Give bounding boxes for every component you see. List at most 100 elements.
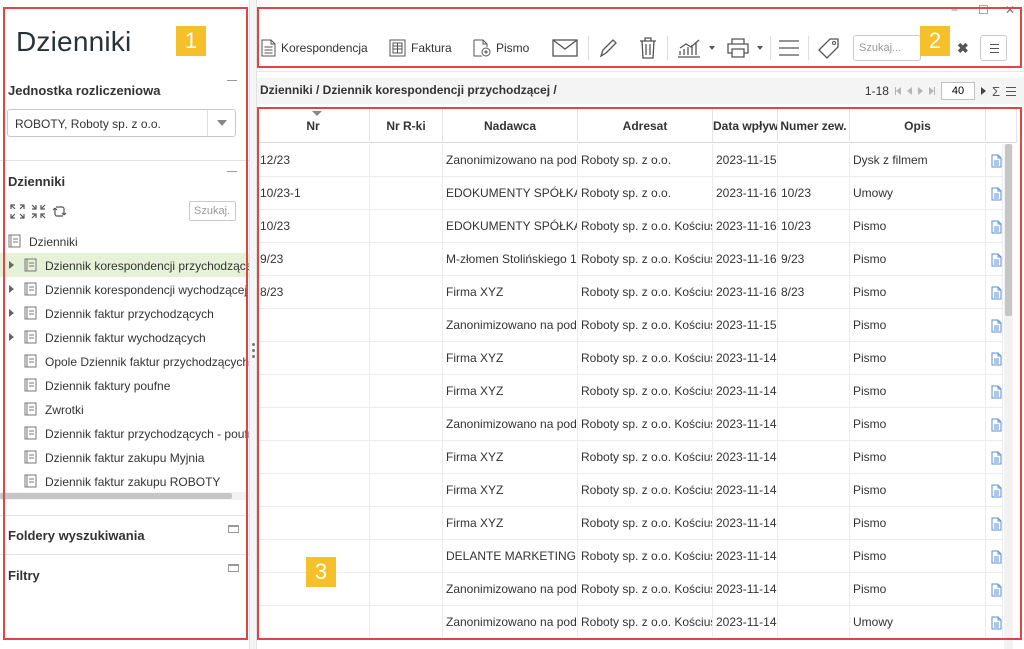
tag-icon[interactable] bbox=[818, 37, 840, 59]
open-document-icon[interactable] bbox=[991, 220, 1002, 234]
expand-all-icon[interactable] bbox=[10, 204, 25, 219]
expand-filters-icon[interactable] bbox=[228, 564, 239, 572]
new-letter-button[interactable]: Pismo bbox=[473, 36, 529, 60]
delete-icon[interactable] bbox=[639, 37, 657, 59]
clear-search-icon[interactable]: ✖ bbox=[957, 40, 969, 57]
tree-item[interactable]: Zwrotki bbox=[0, 397, 249, 421]
open-document-icon[interactable] bbox=[991, 550, 1002, 564]
column-header-label: Adresat bbox=[622, 119, 668, 133]
tree-horizontal-scrollbar[interactable] bbox=[0, 492, 249, 500]
print-menu-button[interactable] bbox=[727, 36, 763, 60]
expand-arrow-icon[interactable] bbox=[9, 333, 14, 341]
grid-vertical-scrollbar[interactable] bbox=[1004, 144, 1013, 649]
expand-arrow-icon[interactable] bbox=[9, 285, 14, 293]
panel-splitter[interactable] bbox=[249, 0, 257, 649]
first-page-icon[interactable] bbox=[894, 87, 901, 95]
table-row[interactable]: Zanonimizowano na podstawieRoboty sp. z … bbox=[257, 573, 1003, 606]
column-header-external-nr[interactable]: Numer zew. bbox=[778, 108, 850, 143]
chevron-down-icon bbox=[217, 120, 227, 126]
column-header-sender[interactable]: Nadawca bbox=[443, 108, 578, 143]
tree-search-input[interactable] bbox=[189, 201, 236, 221]
journal-book-icon bbox=[24, 378, 37, 392]
table-row[interactable]: 9/23 M-złomen Stolińskiego 1 Roboty sp. z … bbox=[257, 243, 1003, 276]
column-header-recipient[interactable]: Adresat bbox=[578, 108, 713, 143]
tree-item[interactable]: Dziennik korespondencji przychodzącej bbox=[0, 253, 249, 277]
filters-heading[interactable]: Filtry bbox=[8, 568, 40, 583]
minimize-unit-section-icon[interactable] bbox=[227, 80, 237, 81]
table-row[interactable]: DELANTE MARKETING SPRoboty sp. z o.o. Ko… bbox=[257, 540, 1003, 573]
close-window-icon[interactable]: ✕ bbox=[1005, 3, 1015, 17]
open-document-icon[interactable] bbox=[991, 484, 1002, 498]
journals-section-heading: Dzienniki bbox=[8, 174, 66, 189]
table-row[interactable]: 10/23 EDOKUMENTY SPÓŁKA Z Roboty sp. z o.o… bbox=[257, 210, 1003, 243]
tree-item[interactable]: Opole Dziennik faktur przychodzących bbox=[0, 349, 249, 373]
breadcrumb[interactable]: Dzienniki / Dziennik korespondencji przy… bbox=[260, 83, 557, 97]
unit-select-toggle[interactable] bbox=[207, 110, 235, 136]
tree-item[interactable]: Dziennik korespondencji wychodzącej bbox=[0, 277, 249, 301]
open-document-icon[interactable] bbox=[991, 352, 1002, 366]
expand-search-folders-icon[interactable] bbox=[228, 525, 239, 533]
table-row[interactable]: Firma XYZRoboty sp. z o.o. Kościuszki202… bbox=[257, 342, 1003, 375]
expand-arrow-icon[interactable] bbox=[9, 309, 14, 317]
table-row[interactable]: Firma XYZRoboty sp. z o.o. Kościuszki202… bbox=[257, 474, 1003, 507]
column-header-nr[interactable]: Nr bbox=[257, 108, 370, 143]
open-document-icon[interactable] bbox=[991, 187, 1002, 201]
tree-item[interactable]: Dziennik faktur zakupu ROBOTY bbox=[0, 469, 249, 491]
sum-icon[interactable]: Σ bbox=[992, 84, 1000, 99]
search-folders-heading[interactable]: Foldery wyszukiwania bbox=[8, 528, 145, 543]
column-header-received-date[interactable]: Data wpływu bbox=[713, 108, 778, 143]
table-row[interactable]: 12/23 Zanonimizowano na podstawieRoboty s… bbox=[257, 144, 1003, 177]
page-range: 1-18 bbox=[864, 84, 889, 98]
table-row[interactable]: Firma XYZRoboty sp. z o.o. Kościuszki202… bbox=[257, 507, 1003, 540]
new-invoice-button[interactable]: Faktura bbox=[389, 36, 452, 60]
edit-icon[interactable] bbox=[598, 37, 618, 59]
grid-menu-icon[interactable] bbox=[1006, 86, 1016, 96]
open-document-icon[interactable] bbox=[991, 583, 1002, 597]
mail-icon[interactable] bbox=[552, 38, 578, 58]
cell-registry-nr bbox=[370, 573, 443, 606]
new-correspondence-button[interactable]: Korespondencja bbox=[261, 36, 368, 60]
expand-arrow-icon[interactable] bbox=[9, 261, 14, 269]
column-header-registry-nr[interactable]: Nr R-ki bbox=[370, 108, 443, 143]
collapse-all-icon[interactable] bbox=[31, 204, 46, 219]
open-document-icon[interactable] bbox=[991, 418, 1002, 432]
open-document-icon[interactable] bbox=[991, 286, 1002, 300]
unit-select[interactable]: ROBOTY, Roboty sp. z o.o. bbox=[7, 109, 236, 137]
table-row[interactable]: Zanonimizowano na podstawieRoboty sp. z … bbox=[257, 408, 1003, 441]
tree-item[interactable]: Dziennik faktur przychodzących - poufne bbox=[0, 421, 249, 445]
maximize-window-icon[interactable]: ☐ bbox=[978, 3, 989, 17]
open-document-icon[interactable] bbox=[991, 319, 1002, 333]
open-document-icon[interactable] bbox=[991, 451, 1002, 465]
tree-item[interactable]: Dziennik faktury poufne bbox=[0, 373, 249, 397]
table-row[interactable]: Zanonimizowano na podstawieRoboty sp. z … bbox=[257, 606, 1003, 639]
column-header-description[interactable]: Opis bbox=[850, 108, 986, 143]
minimize-window-icon[interactable]: − bbox=[951, 3, 958, 17]
previous-page-icon[interactable] bbox=[906, 87, 912, 95]
scrollbar-thumb[interactable] bbox=[0, 493, 232, 499]
table-row[interactable]: 8/23 Firma XYZRoboty sp. z o.o. Kościuszk… bbox=[257, 276, 1003, 309]
page-size-input[interactable] bbox=[940, 82, 975, 100]
scrollbar-thumb[interactable] bbox=[1005, 144, 1012, 316]
menu-icon[interactable] bbox=[778, 40, 800, 56]
tree-root-item[interactable]: Dzienniki bbox=[0, 229, 249, 253]
open-document-icon[interactable] bbox=[991, 517, 1002, 531]
minimize-journals-section-icon[interactable] bbox=[227, 171, 237, 172]
chart-menu-button[interactable] bbox=[677, 36, 715, 60]
refresh-icon[interactable] bbox=[52, 204, 67, 219]
tree-item[interactable]: Dziennik faktur zakupu Myjnia bbox=[0, 445, 249, 469]
open-document-icon[interactable] bbox=[991, 616, 1002, 630]
last-page-icon[interactable] bbox=[928, 87, 935, 95]
open-document-icon[interactable] bbox=[991, 385, 1002, 399]
next-page-icon[interactable] bbox=[917, 87, 923, 95]
tree-item[interactable]: Dziennik faktur przychodzących bbox=[0, 301, 249, 325]
table-row[interactable]: Firma XYZRoboty sp. z o.o. Kościuszki202… bbox=[257, 375, 1003, 408]
table-row[interactable]: 10/23-1 EDOKUMENTY SPÓŁKA Z Roboty sp. z o… bbox=[257, 177, 1003, 210]
search-options-button[interactable] bbox=[980, 35, 1007, 61]
table-row[interactable]: Firma XYZRoboty sp. z o.o. Kościuszki202… bbox=[257, 441, 1003, 474]
tree-item[interactable]: Dziennik faktur wychodzących bbox=[0, 325, 249, 349]
search-input[interactable] bbox=[853, 35, 921, 61]
table-row[interactable]: Zanonimizowano na podstawieRoboty sp. z … bbox=[257, 309, 1003, 342]
open-document-icon[interactable] bbox=[991, 154, 1002, 168]
apply-page-size-icon[interactable] bbox=[980, 87, 986, 95]
open-document-icon[interactable] bbox=[991, 253, 1002, 267]
